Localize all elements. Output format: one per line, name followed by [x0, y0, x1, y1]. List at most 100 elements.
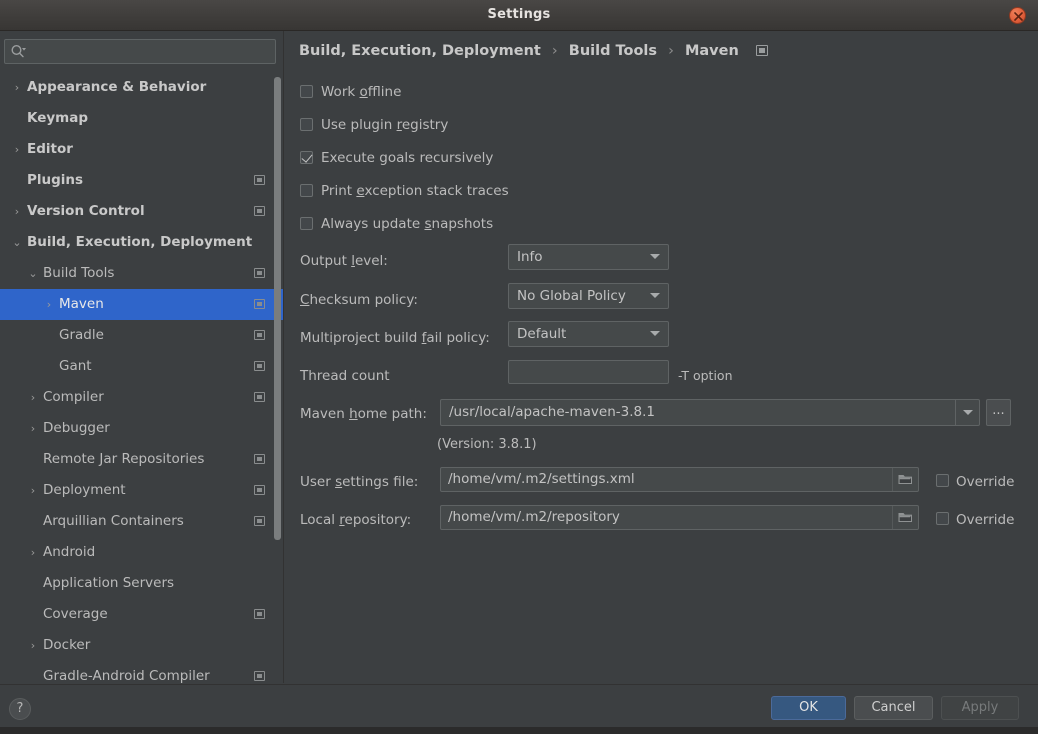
folder-icon[interactable]: [892, 506, 918, 529]
module-settings-icon: [254, 609, 265, 619]
chevron-right-icon[interactable]: ›: [10, 196, 24, 227]
maven-home-browse-button[interactable]: ...: [986, 399, 1011, 426]
sidebar-item-editor[interactable]: › Editor: [0, 134, 283, 165]
sidebar-item-build-tools[interactable]: ⌄ Build Tools: [0, 258, 283, 289]
sidebar-item-arquillian-containers[interactable]: Arquillian Containers: [0, 506, 283, 537]
help-button[interactable]: ?: [9, 698, 31, 720]
breadcrumb-item-0[interactable]: Build, Execution, Deployment: [299, 43, 541, 59]
sidebar-item-remote-jar-repositories[interactable]: Remote Jar Repositories: [0, 444, 283, 475]
chevron-down-icon[interactable]: ⌄: [10, 227, 24, 258]
chevron-right-icon[interactable]: ›: [26, 475, 40, 506]
output-level-select[interactable]: Info: [508, 244, 669, 270]
content-scrollbar[interactable]: [1026, 0, 1036, 611]
checkbox-box: [300, 184, 313, 197]
sidebar-item-appearance-behavior[interactable]: › Appearance & Behavior: [0, 72, 283, 103]
module-settings-icon: [254, 268, 265, 278]
chevron-right-icon[interactable]: ›: [42, 289, 56, 320]
breadcrumb-item-2[interactable]: Maven: [685, 43, 739, 59]
search-input[interactable]: [31, 40, 273, 63]
local-repository-input[interactable]: /home/vm/.m2/repository: [440, 505, 919, 530]
close-icon[interactable]: [1009, 7, 1026, 24]
sidebar-item-label: Gant: [59, 358, 92, 374]
sidebar-item-label: Application Servers: [43, 575, 175, 591]
maven-settings-panel: Work offline Use plugin registry Execute g…: [284, 72, 1038, 683]
user-settings-file-input[interactable]: /home/vm/.m2/settings.xml: [440, 467, 919, 492]
dialog-button-bar: ? OK Cancel Apply: [0, 684, 1038, 727]
module-settings-icon: [254, 454, 265, 464]
sidebar-item-deployment[interactable]: › Deployment: [0, 475, 283, 506]
output-level-label: Output level:: [300, 253, 388, 269]
search-box[interactable]: [4, 39, 276, 64]
sidebar-item-label: Editor: [27, 141, 73, 157]
background-window-peek: [0, 727, 1038, 734]
chevron-right-icon[interactable]: ›: [26, 382, 40, 413]
sidebar-item-label: Debugger: [43, 420, 110, 436]
sidebar-item-label: Version Control: [27, 203, 145, 219]
cancel-button[interactable]: Cancel: [854, 696, 933, 720]
print-exception-stack-traces-label: Print exception stack traces: [321, 183, 509, 199]
checkbox-box: [300, 217, 313, 230]
apply-button[interactable]: Apply: [941, 696, 1019, 720]
checkbox-box: [936, 512, 949, 525]
use-plugin-registry-label: Use plugin registry: [321, 117, 449, 133]
checkbox-box: [300, 118, 313, 131]
local-repository-override-label: Override: [956, 512, 1015, 528]
sidebar-item-version-control[interactable]: › Version Control: [0, 196, 283, 227]
sidebar-item-maven[interactable]: › Maven: [0, 289, 283, 320]
chevron-right-icon[interactable]: ›: [26, 413, 40, 444]
module-settings-icon: [254, 299, 265, 309]
breadcrumb-separator: ›: [551, 43, 558, 59]
always-update-snapshots-label: Always update snapshots: [321, 216, 494, 232]
sidebar-item-label: Remote Jar Repositories: [43, 451, 205, 467]
maven-home-path-combo[interactable]: /usr/local/apache-maven-3.8.1: [440, 399, 980, 426]
sidebar-item-gant[interactable]: Gant: [0, 351, 283, 382]
breadcrumb-item-1[interactable]: Build Tools: [569, 43, 657, 59]
sidebar-item-compiler[interactable]: › Compiler: [0, 382, 283, 413]
sidebar-item-label: Gradle: [59, 327, 104, 343]
checksum-policy-select[interactable]: No Global Policy: [508, 283, 669, 309]
title-bar: Settings: [0, 0, 1038, 31]
multiproject-fail-policy-select[interactable]: Default: [508, 321, 669, 347]
sidebar-item-label: Compiler: [43, 389, 104, 405]
user-settings-override-label: Override: [956, 474, 1015, 490]
work-offline-label: Work offline: [321, 84, 402, 100]
multiproject-fail-policy-value: Default: [517, 326, 567, 342]
sidebar-item-coverage[interactable]: Coverage: [0, 599, 283, 630]
chevron-right-icon[interactable]: ›: [10, 72, 24, 103]
chevron-right-icon[interactable]: ›: [26, 630, 40, 661]
sidebar-item-debugger[interactable]: › Debugger: [0, 413, 283, 444]
sidebar-item-keymap[interactable]: Keymap: [0, 103, 283, 134]
chevron-down-icon[interactable]: [955, 400, 979, 425]
sidebar-item-android[interactable]: › Android: [0, 537, 283, 568]
checkbox-box: [936, 474, 949, 487]
sidebar-item-application-servers[interactable]: Application Servers: [0, 568, 283, 599]
sidebar-scrollbar[interactable]: [274, 77, 281, 540]
chevron-down-icon[interactable]: ⌄: [26, 258, 40, 289]
chevron-right-icon[interactable]: ›: [26, 537, 40, 568]
settings-tree[interactable]: › Appearance & Behavior Keymap › Editor Plugi…: [0, 72, 283, 683]
module-settings-icon: [254, 206, 265, 216]
sidebar-item-docker[interactable]: › Docker: [0, 630, 283, 661]
ok-button[interactable]: OK: [771, 696, 846, 720]
folder-icon[interactable]: [892, 468, 918, 491]
sidebar-item-gradle-android-compiler[interactable]: Gradle-Android Compiler: [0, 661, 283, 683]
sidebar-item-label: Build Tools: [43, 265, 115, 281]
module-settings-icon: [254, 516, 265, 526]
sidebar-item-label: Appearance & Behavior: [27, 79, 207, 95]
sidebar-item-gradle[interactable]: Gradle: [0, 320, 283, 351]
chevron-right-icon[interactable]: ›: [10, 134, 24, 165]
user-settings-file-value: /home/vm/.m2/settings.xml: [448, 471, 635, 487]
sidebar-item-plugins[interactable]: Plugins: [0, 165, 283, 196]
chevron-down-icon: [650, 331, 660, 336]
sidebar-item-label: Arquillian Containers: [43, 513, 184, 529]
module-settings-icon: [254, 361, 265, 371]
window-title: Settings: [487, 7, 551, 22]
sidebar-item-label: Coverage: [43, 606, 108, 622]
local-repository-value: /home/vm/.m2/repository: [448, 509, 620, 525]
settings-dialog: Settings › Appearance & Behavior Keymap › Ed…: [0, 0, 1038, 734]
maven-version-text: (Version: 3.8.1): [437, 437, 537, 452]
maven-home-path-label: Maven home path:: [300, 406, 427, 422]
thread-count-label: Thread count: [300, 368, 390, 384]
sidebar-item-build-execution-deployment[interactable]: ⌄ Build, Execution, Deployment: [0, 227, 283, 258]
thread-count-input[interactable]: [508, 360, 669, 384]
